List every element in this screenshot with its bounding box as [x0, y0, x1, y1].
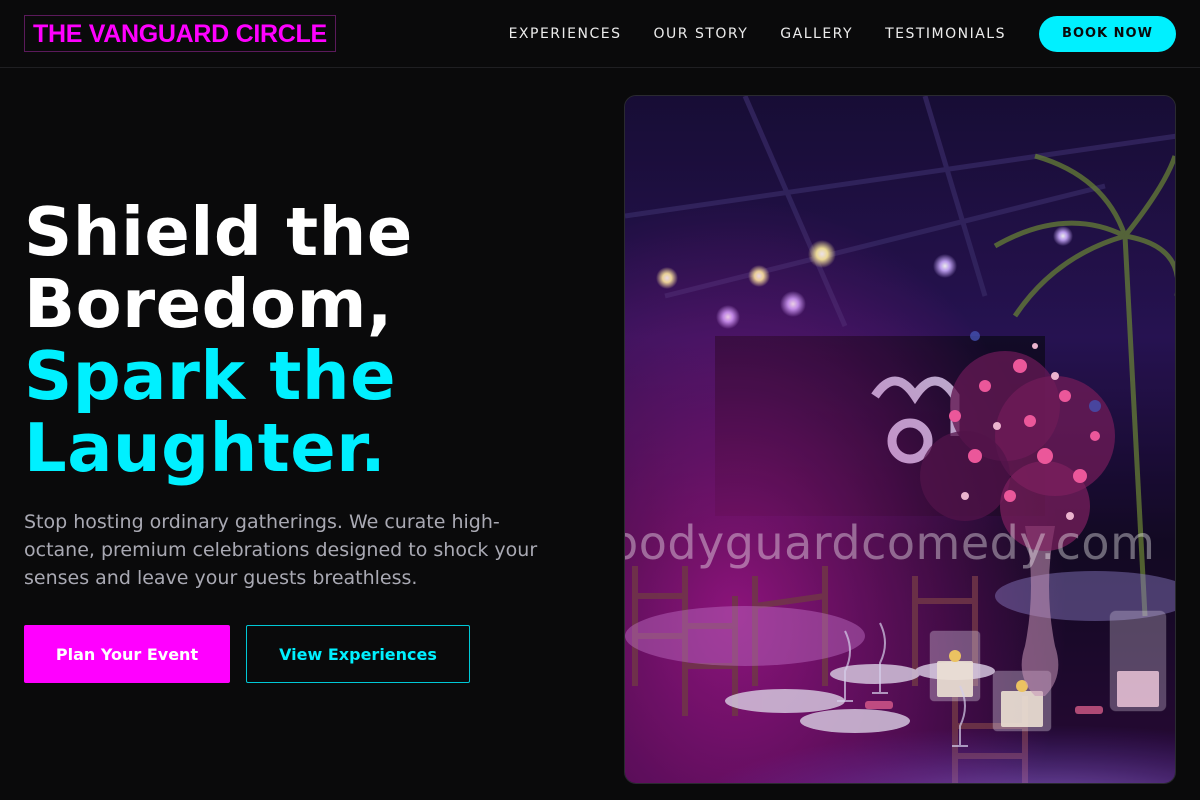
plan-event-button[interactable]: Plan Your Event	[24, 625, 230, 683]
hero-title-accent-line-1: Spark the	[24, 337, 397, 415]
nav-link-experiences[interactable]: EXPERIENCES	[509, 26, 622, 42]
hero-title-accent-line-2: Laughter.	[24, 409, 387, 487]
top-navbar: THE VANGUARD CIRCLE EXPERIENCES OUR STOR…	[0, 0, 1200, 68]
hero-event-photo: bodyguardcomedy.com	[624, 95, 1176, 784]
hero-title: Shield the Boredom, Spark the Laughter.	[24, 196, 584, 484]
view-experiences-button[interactable]: View Experiences	[246, 625, 470, 683]
nav-link-our-story[interactable]: OUR STORY	[654, 26, 749, 42]
nav-links: EXPERIENCES OUR STORY GALLERY TESTIMONIA…	[509, 26, 1006, 42]
landing-page: THE VANGUARD CIRCLE EXPERIENCES OUR STOR…	[0, 0, 1200, 800]
event-venue-illustration	[625, 96, 1175, 783]
hero-title-line-2: Boredom,	[24, 265, 393, 343]
nav-right: EXPERIENCES OUR STORY GALLERY TESTIMONIA…	[509, 15, 1176, 52]
book-now-button[interactable]: BOOK NOW	[1039, 15, 1176, 52]
brand-logo[interactable]: THE VANGUARD CIRCLE	[24, 15, 336, 52]
hero-title-line-1: Shield the	[24, 193, 413, 271]
image-watermark: bodyguardcomedy.com	[624, 516, 1156, 570]
hero-subtitle: Stop hosting ordinary gatherings. We cur…	[24, 511, 538, 589]
nav-link-gallery[interactable]: GALLERY	[780, 26, 853, 42]
nav-link-testimonials[interactable]: TESTIMONIALS	[885, 26, 1006, 42]
